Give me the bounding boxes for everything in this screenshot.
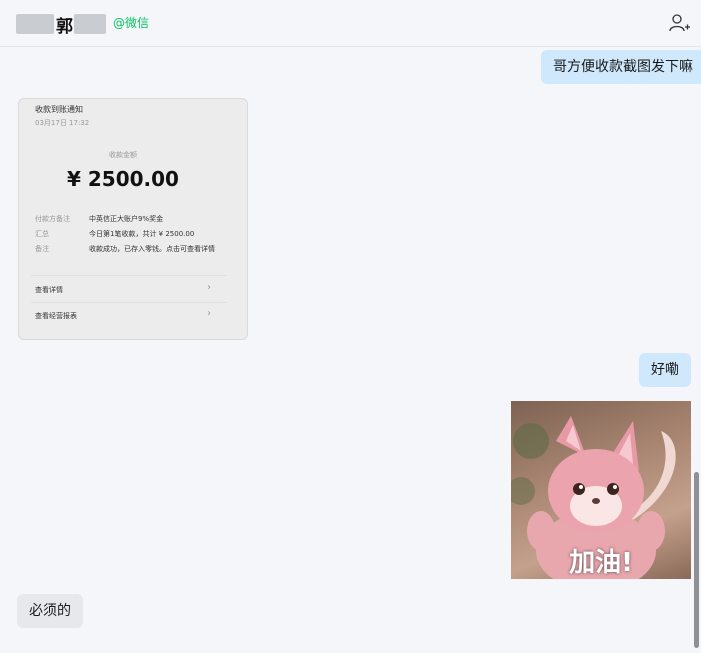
row-key: 付款方备注 <box>35 215 70 223</box>
source-tag: @微信 <box>113 16 150 30</box>
sticker-image[interactable]: 加油! <box>511 401 691 579</box>
row-value: 收款成功，已存入零钱。点击可查看详情 <box>89 245 215 253</box>
redacted-name-part <box>16 14 54 34</box>
row-value: 中英信正大账户9%奖金 <box>89 215 164 223</box>
view-report-link[interactable]: 查看经营报表 <box>35 311 77 321</box>
scrollbar[interactable] <box>694 472 699 648</box>
view-details-link[interactable]: 查看详情 <box>35 285 63 295</box>
add-contact-icon[interactable] <box>668 12 690 34</box>
chevron-right-icon: › <box>207 308 211 319</box>
sticker-caption: 加油! <box>569 548 633 578</box>
message-text: 哥方便收款截图发下嘛 <box>553 59 693 75</box>
divider <box>31 275 227 276</box>
message-bubble-sent[interactable]: 哥方便收款截图发下嘛 <box>541 50 701 84</box>
row-value: 今日第1笔收款，共计 ¥ 2500.00 <box>89 230 195 238</box>
payment-receipt-card[interactable]: 收款到账通知 03月17日 17:32 收款金额 ¥ 2500.00 付款方备注… <box>18 98 248 340</box>
message-text: 好嘞 <box>651 362 679 378</box>
message-bubble-sent[interactable]: 好嘞 <box>639 353 691 387</box>
receipt-title: 收款到账通知 <box>35 105 83 114</box>
chevron-right-icon: › <box>207 282 211 293</box>
chat-header: 郭 @微信 <box>0 0 701 47</box>
chat-name: 郭 <box>56 17 73 37</box>
receipt-time: 03月17日 17:32 <box>35 119 90 127</box>
message-text: 必须的 <box>29 603 71 619</box>
amount-value: ¥ 2500.00 <box>67 167 179 191</box>
row-key: 备注 <box>35 245 49 253</box>
message-bubble-received[interactable]: 必须的 <box>17 594 83 628</box>
row-key: 汇总 <box>35 230 49 238</box>
amount-label: 收款金额 <box>109 151 137 159</box>
redacted-name-part <box>74 14 106 34</box>
divider <box>31 302 227 303</box>
